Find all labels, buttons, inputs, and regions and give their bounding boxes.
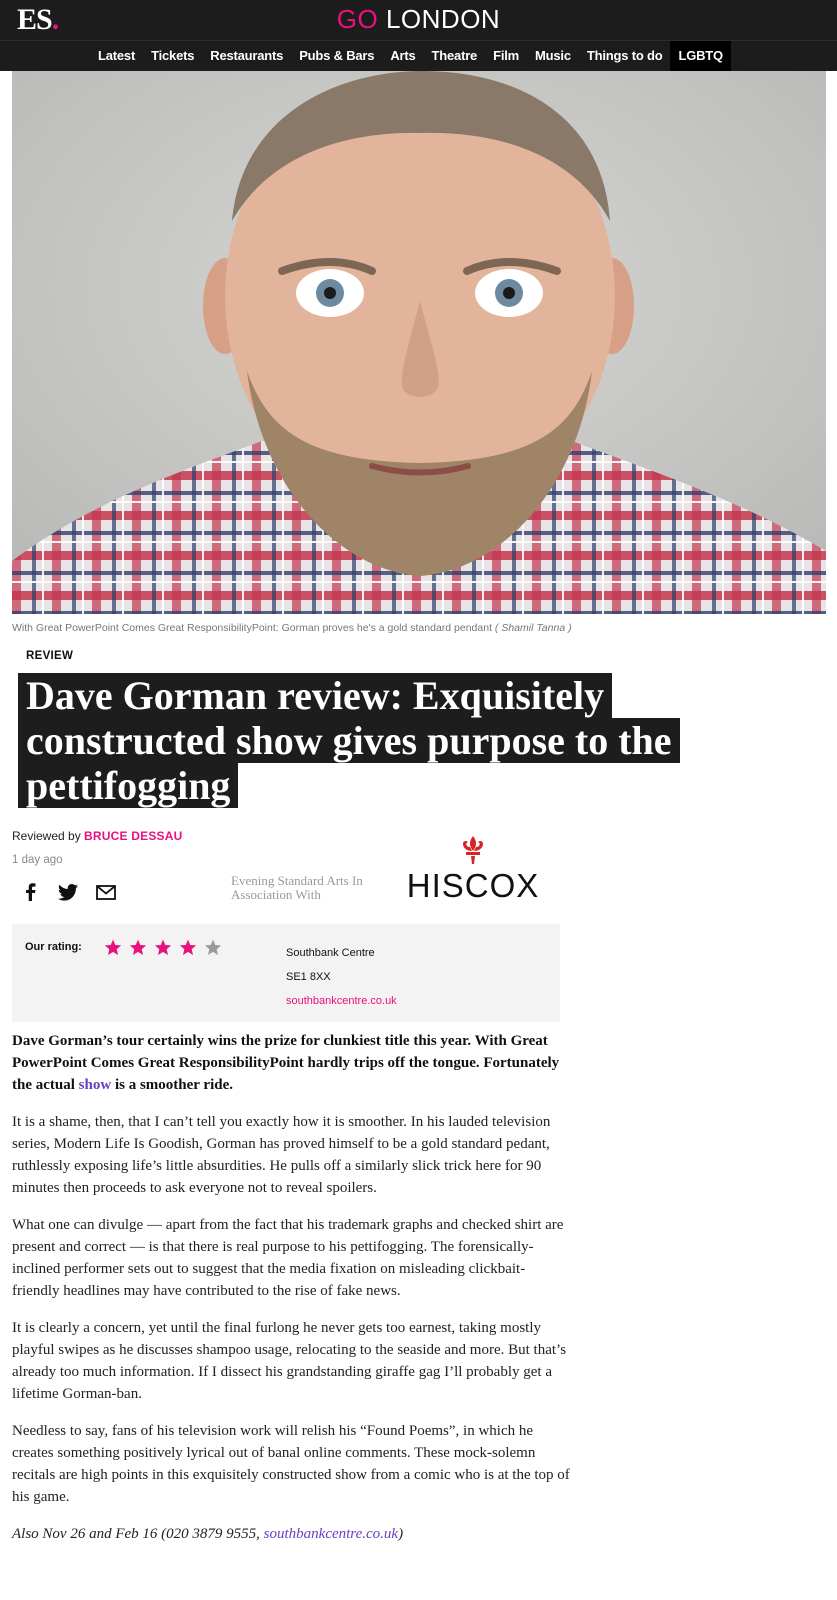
go-london-brand[interactable]: GO LONDON: [0, 4, 837, 34]
dates-end: ): [398, 1526, 404, 1542]
venue-booking-link[interactable]: southbankcentre.co.uk: [264, 1526, 398, 1542]
star-icon: [150, 936, 175, 958]
star-rating: [100, 936, 225, 958]
hiscox-logo[interactable]: HISCOX: [403, 835, 543, 905]
twitter-icon: [58, 883, 78, 901]
star-icon: [200, 936, 225, 958]
article-paragraph: Needless to say, fans of his television …: [12, 1423, 570, 1505]
venue-postcode: SE1 8XX: [286, 971, 331, 983]
dates-text: Also Nov 26 and Feb 16 (020 3879 9555,: [12, 1526, 264, 1542]
hero-image: [12, 71, 826, 614]
show-link[interactable]: show: [79, 1077, 112, 1093]
venue-info: Southbank Centre SE1 8XX southbankcentre…: [286, 941, 397, 1013]
star-icon: [125, 936, 150, 958]
twitter-share-button[interactable]: [55, 880, 81, 904]
photo-credit: ( Shamil Tanna ): [494, 622, 572, 634]
nav-item-things-to-do[interactable]: Things to do: [579, 41, 671, 71]
email-share-button[interactable]: [93, 880, 119, 904]
partner-text: Evening Standard Arts In Association Wit…: [231, 873, 363, 902]
star-icon: [100, 936, 125, 958]
nav-item-pubs-bars[interactable]: Pubs & Bars: [291, 41, 382, 71]
venue-name: Southbank Centre: [286, 947, 375, 959]
rating-label: Our rating:: [25, 941, 82, 953]
venue-website-link[interactable]: southbankcentre.co.uk: [286, 995, 397, 1007]
headline-text: Dave Gorman review: Exquisitely construc…: [18, 673, 680, 808]
rating-box: Our rating: Southbank Centre SE1 8XX sou…: [12, 924, 560, 1022]
brand-go: GO: [336, 4, 379, 34]
facebook-icon: [26, 883, 36, 901]
brand-london: LONDON: [385, 4, 501, 34]
article-body: Dave Gorman’s tour certainly wins the pr…: [12, 1030, 572, 1560]
caption-text: With Great PowerPoint Comes Great Respon…: [12, 622, 492, 634]
hiscox-wordmark: HISCOX: [406, 867, 540, 904]
nav-item-restaurants[interactable]: Restaurants: [202, 41, 291, 71]
author-link[interactable]: BRUCE DESSAU: [84, 829, 182, 843]
image-caption: With Great PowerPoint Comes Great Respon…: [12, 622, 572, 634]
nav-item-tickets[interactable]: Tickets: [143, 41, 202, 71]
article-paragraph: It is a shame, then, that I can’t tell y…: [12, 1114, 551, 1196]
star-icon: [175, 936, 200, 958]
article-lede: Dave Gorman’s tour certainly wins the pr…: [12, 1030, 572, 1096]
dates-line: Also Nov 26 and Feb 16 (020 3879 9555, s…: [12, 1523, 572, 1545]
byline: Reviewed by BRUCE DESSAU: [12, 829, 182, 843]
section-kicker: REVIEW: [26, 650, 74, 662]
facebook-share-button[interactable]: [17, 880, 43, 904]
article-headline: Dave Gorman review: Exquisitely construc…: [18, 673, 708, 808]
hiscox-fleur-icon: [463, 836, 483, 864]
publish-time: 1 day ago: [12, 854, 63, 866]
share-bar: [17, 880, 131, 904]
mail-icon: [96, 884, 116, 900]
nav-item-arts[interactable]: Arts: [382, 41, 423, 71]
lede-text-2: is a smoother ride.: [111, 1077, 233, 1093]
nav-item-music[interactable]: Music: [527, 41, 579, 71]
article-paragraph: It is clearly a concern, yet until the f…: [12, 1320, 567, 1402]
nav-item-lgbtq[interactable]: LGBTQ: [670, 41, 731, 71]
article-paragraph: What one can divulge — apart from the fa…: [12, 1217, 564, 1299]
main-nav: Latest Tickets Restaurants Pubs & Bars A…: [0, 40, 837, 71]
nav-item-theatre[interactable]: Theatre: [424, 41, 486, 71]
byline-prefix: Reviewed by: [12, 829, 81, 843]
nav-item-latest[interactable]: Latest: [90, 41, 143, 71]
site-header: ES. GO LONDON: [0, 0, 837, 40]
nav-item-film[interactable]: Film: [485, 41, 527, 71]
